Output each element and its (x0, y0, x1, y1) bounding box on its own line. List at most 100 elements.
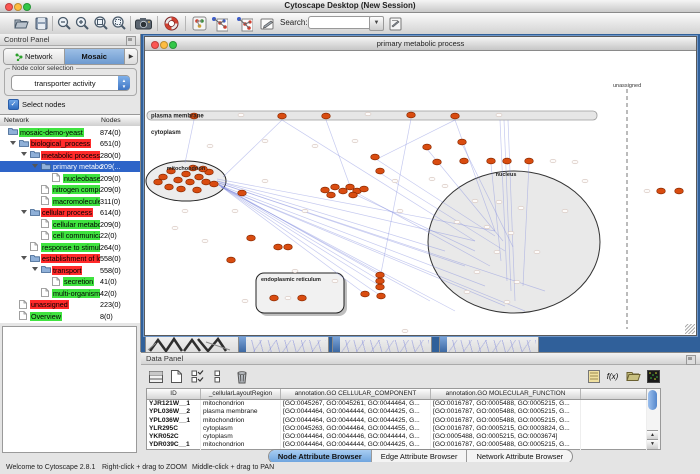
close-window-icon[interactable] (5, 3, 13, 11)
table-row[interactable]: YPL036W__1mitochondrion[GO:0044464, GO:0… (147, 417, 648, 425)
tree-row[interactable]: primary metabo209(... (0, 161, 140, 173)
notepad-icon[interactable] (585, 368, 602, 385)
import-attributes-icon[interactable] (625, 368, 642, 385)
network-node[interactable] (433, 159, 442, 165)
expand-arrow-icon[interactable] (21, 256, 27, 260)
network-node-small[interactable] (484, 225, 490, 229)
network-node[interactable] (331, 184, 340, 190)
network-node-small[interactable] (238, 113, 244, 117)
tree-row[interactable]: cellular process614(0) (0, 207, 140, 219)
open-icon[interactable] (13, 15, 30, 32)
tree-row[interactable]: Overview8(0) (0, 310, 140, 322)
network-node[interactable] (278, 113, 287, 119)
network-node-small[interactable] (550, 159, 556, 163)
zoom-selected-icon[interactable] (92, 15, 109, 32)
delete-attribute-icon[interactable] (233, 368, 250, 385)
tree-row[interactable]: macromolecule311(0) (0, 195, 140, 207)
zoom-window-icon[interactable] (23, 3, 31, 11)
network-node[interactable] (675, 188, 684, 194)
network-node-small[interactable] (365, 112, 371, 116)
tree-row[interactable]: multi-organism pro42(0) (0, 287, 140, 299)
network-node-small[interactable] (352, 139, 358, 143)
close-view-icon[interactable] (151, 41, 159, 49)
expand-arrow-icon[interactable] (10, 141, 16, 145)
network-node[interactable] (376, 272, 385, 278)
network-import-icon[interactable] (211, 15, 228, 32)
select-attributes-icon[interactable] (189, 368, 206, 385)
table-column-header[interactable]: annotation.GO CELLULAR_COMPONENT (281, 389, 431, 399)
tree-row[interactable]: response to stimulu264(0) (0, 241, 140, 253)
tree-row[interactable]: secretion41(0) (0, 276, 140, 288)
background-window-fragment[interactable] (238, 336, 329, 353)
network-node-small[interactable] (644, 189, 650, 193)
search-input[interactable] (308, 16, 372, 29)
network-node-small[interactable] (202, 239, 208, 243)
network-node[interactable] (284, 244, 293, 250)
network-node[interactable] (503, 158, 512, 164)
network-node-small[interactable] (464, 290, 470, 294)
table-row[interactable]: YLR295Ccytoplasm[GO:0045263, GO:0044464,… (147, 425, 648, 433)
minimize-view-icon[interactable] (160, 41, 168, 49)
network-node[interactable] (210, 181, 219, 187)
minimize-window-icon[interactable] (14, 3, 22, 11)
help-lifering-icon[interactable] (163, 15, 180, 32)
network-node-small[interactable] (312, 144, 318, 148)
snapshot-camera-icon[interactable] (135, 15, 152, 32)
network-node-small[interactable] (182, 209, 188, 213)
unselect-attributes-icon[interactable] (210, 368, 227, 385)
network-node[interactable] (525, 158, 534, 164)
network-node-small[interactable] (242, 299, 248, 303)
network-node-small[interactable] (496, 113, 502, 117)
network-node[interactable] (186, 179, 195, 185)
network-node-small[interactable] (514, 280, 520, 284)
annotation-icon[interactable] (259, 15, 276, 32)
tree-row[interactable]: transport558(0) (0, 264, 140, 276)
network-node-small[interactable] (442, 184, 448, 188)
network-node[interactable] (322, 113, 331, 119)
table-column-header[interactable]: annotation.GO MOLECULAR_FUNCTION (431, 389, 581, 399)
network-node-small[interactable] (302, 209, 308, 213)
network-node[interactable] (202, 179, 211, 185)
network-node-small[interactable] (332, 279, 338, 283)
attribute-matrix-icon[interactable] (645, 368, 662, 385)
network-node[interactable] (360, 186, 369, 192)
network-node[interactable] (451, 113, 460, 119)
attribute-grid-icon[interactable] (147, 368, 164, 385)
network-node-small[interactable] (285, 296, 291, 300)
search-dropdown-icon[interactable]: ▼ (369, 16, 384, 31)
zoom-in-icon[interactable] (74, 15, 91, 32)
zoom-fit-icon[interactable] (110, 15, 127, 32)
select-nodes-checkbox[interactable]: ✓ (8, 99, 19, 110)
network-node-small[interactable] (508, 231, 514, 235)
network-node[interactable] (371, 154, 380, 160)
network-node[interactable] (423, 144, 432, 150)
tree-row[interactable]: establishment of lo558(0) (0, 253, 140, 265)
zoom-view-icon[interactable] (169, 41, 177, 49)
network-node[interactable] (376, 278, 385, 284)
network-node[interactable] (458, 139, 467, 145)
network-node[interactable] (327, 192, 336, 198)
background-window-fragment[interactable] (439, 336, 539, 353)
tree-row[interactable]: nucleobase-209(0) (0, 172, 140, 184)
network-node-small[interactable] (472, 199, 478, 203)
network-node[interactable] (238, 190, 247, 196)
tree-row[interactable]: mosaic-demo-yeast874(0) (0, 126, 140, 138)
window-resize-grip[interactable] (685, 324, 695, 334)
network-node[interactable] (154, 179, 163, 185)
table-row[interactable]: YKR052Ccytoplasm[GO:0044464, GO:0044446,… (147, 433, 648, 441)
tree-row[interactable]: unassigned223(0) (0, 299, 140, 311)
network-node[interactable] (361, 291, 370, 297)
network-node[interactable] (227, 257, 236, 263)
network-node-small[interactable] (172, 226, 178, 230)
save-icon[interactable] (33, 15, 50, 32)
network-table-import-icon[interactable] (236, 15, 253, 32)
network-node[interactable] (376, 284, 385, 290)
network-node[interactable] (349, 192, 358, 198)
network-node[interactable] (274, 244, 283, 250)
expand-arrow-icon[interactable] (21, 210, 27, 214)
network-node[interactable] (247, 235, 256, 241)
plasma-membrane-region[interactable] (147, 111, 597, 120)
network-node[interactable] (321, 187, 330, 193)
network-node[interactable] (377, 293, 386, 299)
network-node-small[interactable] (262, 179, 268, 183)
